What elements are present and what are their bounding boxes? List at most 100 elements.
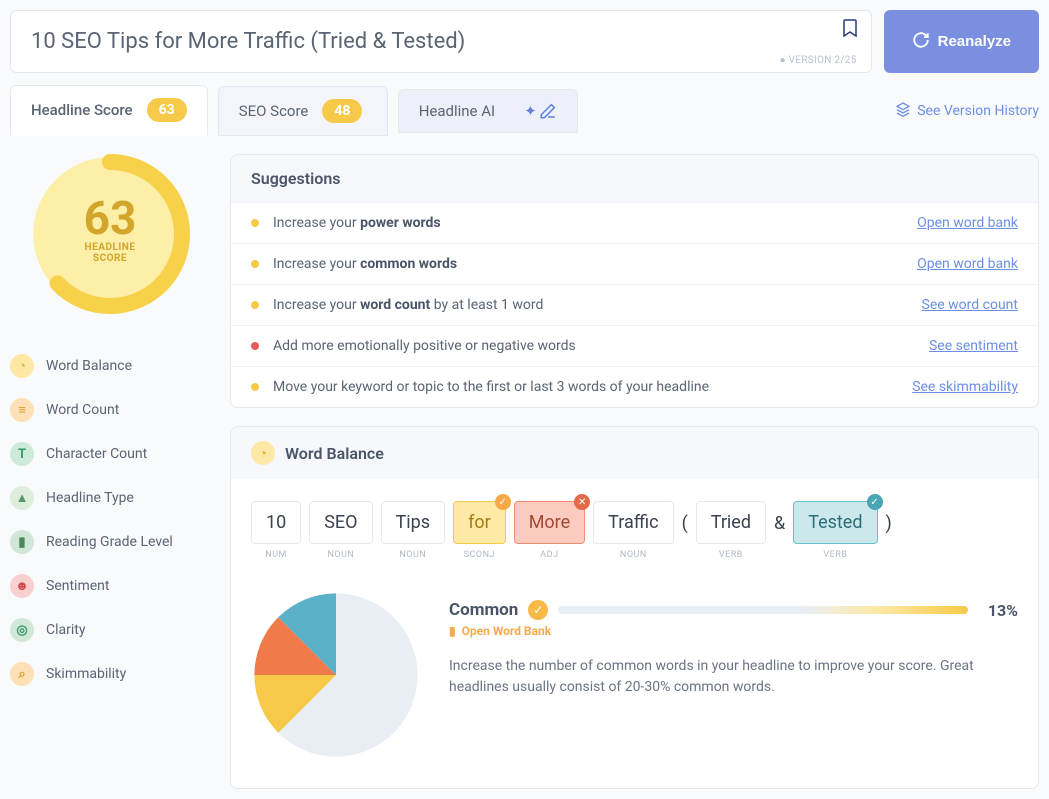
metric-icon: ◔: [10, 354, 34, 378]
status-dot: [251, 383, 259, 391]
common-bar: [558, 606, 968, 614]
suggestion-link[interactable]: See sentiment: [929, 338, 1018, 354]
word-token: Tried VERB: [696, 501, 766, 560]
token-box: 10: [251, 501, 301, 544]
metric-item[interactable]: ≡Word Count: [10, 388, 210, 432]
word-balance-panel: ◔ Word Balance 10NUMSEONOUNTipsNOUNfor✓S…: [230, 426, 1039, 789]
metric-label: Sentiment: [46, 578, 109, 594]
check-badge-icon: ✓: [867, 494, 883, 510]
metric-item[interactable]: ◎Clarity: [10, 608, 210, 652]
score-number: 63: [84, 196, 137, 242]
token-box: Tested✓: [793, 501, 877, 544]
left-sidebar: 63 HEADLINE SCORE ◔ Word Balance ≡Word Cou…: [10, 154, 210, 789]
punctuation: ): [886, 501, 892, 534]
tabs-row: Headline Score 63 SEO Score 48 Headline …: [10, 85, 1039, 136]
suggestion-link[interactable]: See word count: [922, 297, 1018, 313]
reanalyze-button[interactable]: Reanalyze: [884, 10, 1039, 73]
token-box: Tips: [381, 501, 446, 544]
metric-label: Character Count: [46, 446, 147, 462]
common-description: Increase the number of common words in y…: [449, 656, 1018, 698]
token-pos: NOUN: [593, 550, 673, 560]
status-dot: [251, 301, 259, 309]
status-dot: [251, 260, 259, 268]
open-word-bank-link[interactable]: ▮ Open Word Bank: [449, 624, 1018, 638]
suggestion-text: Increase your power words: [273, 215, 917, 231]
metric-icon: ⌕: [10, 662, 34, 686]
word-balance-pie: [251, 590, 421, 760]
word-token: for✓ SCONJ: [453, 501, 506, 560]
headline-score-badge: 63: [147, 98, 187, 122]
word-tokens: 10NUMSEONOUNTipsNOUNfor✓SCONJMore✕ADJTra…: [231, 479, 1038, 570]
metric-label: Clarity: [46, 622, 85, 638]
token-pos: NOUN: [309, 550, 372, 560]
common-title: Common: [449, 600, 518, 620]
tab-headline-ai[interactable]: Headline AI ✦: [398, 89, 578, 133]
metric-item[interactable]: ▲ Headline Type: [10, 476, 210, 520]
token-pos: VERB: [696, 550, 766, 560]
suggestion-row: Add more emotionally positive or negativ…: [231, 325, 1038, 366]
sparkle-pencil-icon: ✦: [524, 102, 557, 120]
metric-item[interactable]: ◔ Word Balance: [10, 344, 210, 388]
word-token: More✕ADJ: [514, 501, 585, 560]
word-token: SEO NOUN: [309, 501, 372, 560]
metric-item[interactable]: ⌕ Skimmability: [10, 652, 210, 696]
check-icon: ✓: [528, 600, 548, 620]
status-dot: [251, 342, 259, 350]
see-version-history[interactable]: See Version History: [895, 101, 1039, 121]
x-badge-icon: ✕: [574, 494, 590, 510]
suggestion-text: Add more emotionally positive or negativ…: [273, 338, 929, 354]
token-pos: NOUN: [381, 550, 446, 560]
suggestion-link[interactable]: Open word bank: [917, 215, 1018, 231]
word-token: Traffic NOUN: [593, 501, 673, 560]
word-token: Tested✓ VERB: [793, 501, 877, 560]
open-wb-label: Open Word Bank: [462, 624, 552, 638]
token-box: Traffic: [593, 501, 673, 544]
suggestion-row: Increase your power wordsOpen word bank: [231, 202, 1038, 243]
tab-seo-score[interactable]: SEO Score 48: [218, 86, 388, 136]
common-pct: 13%: [988, 601, 1018, 620]
suggestions-header: Suggestions: [231, 155, 1038, 202]
status-dot: [251, 219, 259, 227]
score-label-1: HEADLINE: [84, 242, 137, 253]
suggestion-text: Increase your word count by at least 1 w…: [273, 297, 922, 313]
tab-headline-score[interactable]: Headline Score 63: [10, 85, 208, 136]
token-pos: SCONJ: [453, 550, 506, 560]
metric-icon: T: [10, 442, 34, 466]
reanalyze-label: Reanalyze: [938, 33, 1011, 50]
token-box: Tried: [696, 501, 766, 544]
book-icon: ▮: [449, 624, 456, 638]
word-balance-title: Word Balance: [285, 444, 384, 463]
metric-list: ◔ Word Balance ≡Word Count T Character Count…: [10, 344, 210, 696]
suggestion-text: Increase your common words: [273, 256, 917, 272]
suggestions-panel: Suggestions Increase your power wordsOpe…: [230, 154, 1039, 408]
metric-label: Skimmability: [46, 666, 126, 682]
suggestion-link[interactable]: Open word bank: [917, 256, 1018, 272]
check-badge-icon: ✓: [495, 494, 511, 510]
punctuation: (: [682, 501, 688, 534]
metric-item[interactable]: ▮Reading Grade Level: [10, 520, 210, 564]
bookmark-icon[interactable]: [843, 19, 857, 41]
tab-label: SEO Score: [239, 102, 309, 120]
metric-label: Word Balance: [46, 358, 132, 374]
score-label-2: SCORE: [84, 253, 137, 264]
metric-label: Reading Grade Level: [46, 534, 173, 550]
metric-item[interactable]: ☻Sentiment: [10, 564, 210, 608]
suggestion-row: Increase your word count by at least 1 w…: [231, 284, 1038, 325]
punctuation: &: [774, 501, 785, 534]
token-pos: ADJ: [514, 550, 585, 560]
suggestion-link[interactable]: See skimmability: [912, 379, 1018, 395]
metric-item[interactable]: T Character Count: [10, 432, 210, 476]
headline-input-box[interactable]: 10 SEO Tips for More Traffic (Tried & Te…: [10, 10, 872, 73]
metric-label: Headline Type: [46, 490, 134, 506]
metric-icon: ▲: [10, 486, 34, 510]
suggestion-row: Increase your common wordsOpen word bank: [231, 243, 1038, 284]
metric-icon: ≡: [10, 398, 34, 422]
version-tag: ● VERSION 2/25: [780, 55, 857, 66]
token-pos: VERB: [793, 550, 877, 560]
see-history-label: See Version History: [917, 103, 1039, 119]
layers-icon: [895, 101, 911, 121]
seo-score-badge: 48: [322, 99, 362, 123]
suggestion-text: Move your keyword or topic to the first …: [273, 379, 912, 395]
token-box: for✓: [453, 501, 506, 544]
token-box: SEO: [309, 501, 372, 544]
